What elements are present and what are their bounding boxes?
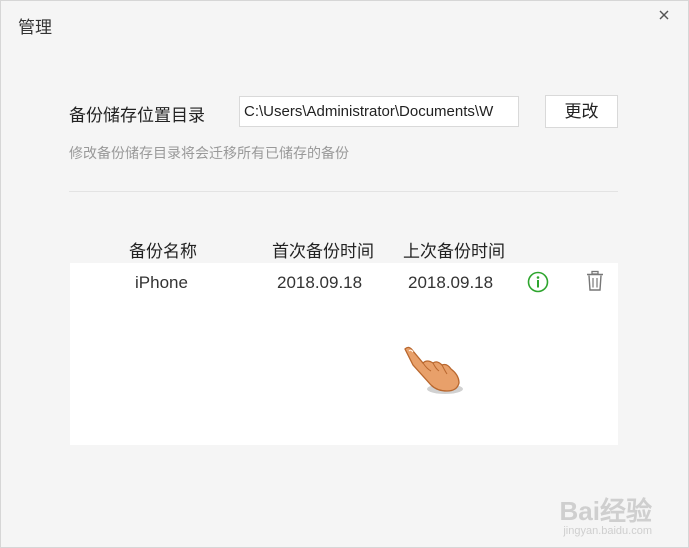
row-backup-name: iPhone [135,273,188,292]
backup-path-field[interactable]: C:\Users\Administrator\Documents\W [239,96,519,127]
backup-dir-label: 备份储存位置目录 [69,106,205,125]
header-first-backup-time: 首次备份时间 [272,242,374,261]
watermark: Bai经验 jingyan.baidu.com [560,497,652,537]
watermark-url: jingyan.baidu.com [563,525,652,537]
header-last-backup-time: 上次备份时间 [403,242,505,261]
row-last-backup-time: 2018.09.18 [408,273,494,292]
change-dir-button[interactable]: 更改 [545,95,618,128]
close-icon[interactable] [656,7,672,23]
section-divider [69,191,618,192]
trash-icon[interactable] [585,270,605,292]
backup-dir-hint: 修改备份储存目录将会迁移所有已储存的备份 [69,145,349,161]
watermark-logo: Bai经验 [559,496,652,526]
pointing-hand-icon [404,346,463,394]
manage-dialog: 管理 备份储存位置目录 C:\Users\Administrator\Docum… [0,0,689,548]
info-icon[interactable] [527,271,549,293]
dialog-title: 管理 [18,18,52,37]
row-first-backup-time: 2018.09.18 [277,273,363,292]
header-backup-name: 备份名称 [129,242,197,261]
